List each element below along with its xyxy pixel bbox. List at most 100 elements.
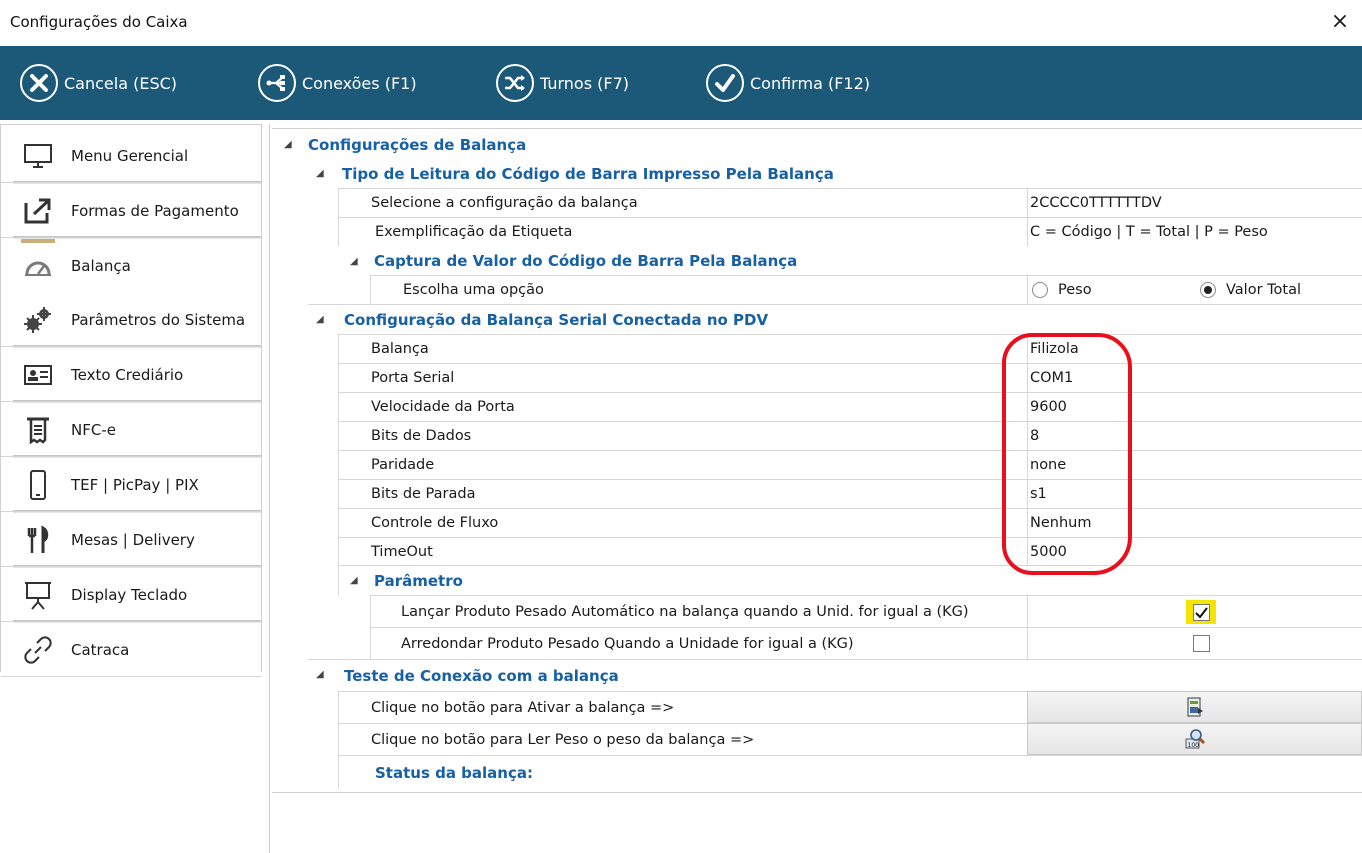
category-teste-conexao[interactable]: Teste de Conexão com a balança — [344, 661, 619, 690]
window-title: Configurações do Caixa — [10, 13, 188, 31]
prop-escolha-opcao: Escolha uma opção — [370, 275, 1027, 304]
close-icon[interactable]: × — [1326, 8, 1354, 36]
collapse-arrow-icon[interactable]: ◢ — [350, 256, 358, 267]
serial-label: TimeOut — [371, 544, 433, 560]
serial-value: 9600 — [1030, 399, 1067, 415]
check-icon — [706, 64, 744, 102]
connections-label: Conexões (F1) — [302, 73, 417, 93]
panel-divider — [269, 124, 270, 853]
radio-peso[interactable]: Peso — [1032, 282, 1092, 298]
sidebar-item-nfce[interactable]: NFC-e — [1, 403, 261, 458]
serial-value-field[interactable]: none — [1027, 450, 1362, 479]
scale-activate-icon — [1186, 697, 1203, 717]
serial-value: 8 — [1030, 428, 1040, 444]
serial-value-field[interactable]: Filizola — [1027, 334, 1362, 363]
sidebar-item-menu-gerencial[interactable]: Menu Gerencial — [1, 129, 261, 184]
prop-serial-2: Velocidade da Porta — [338, 392, 1027, 421]
prop-serial-1: Porta Serial — [338, 363, 1027, 392]
cancel-icon — [20, 64, 58, 102]
example-value: C = Código | T = Total | P = Peso — [1027, 217, 1362, 246]
title-bar: Configurações do Caixa × — [0, 0, 1362, 46]
prop-serial-4: Paridade — [338, 450, 1027, 479]
serial-value-field[interactable]: COM1 — [1027, 363, 1362, 392]
serial-label: Velocidade da Porta — [371, 399, 515, 415]
sidebar-item-label: Balança — [71, 257, 131, 275]
connections-button[interactable]: Conexões (F1) — [258, 62, 417, 104]
prop-serial-6: Controle de Fluxo — [338, 508, 1027, 537]
connections-icon — [258, 64, 296, 102]
serial-value-field[interactable]: 5000 — [1027, 537, 1362, 566]
collapse-arrow-icon[interactable]: ◢ — [284, 139, 292, 150]
receipt-icon — [23, 415, 53, 445]
cutlery-icon — [23, 524, 53, 555]
monitor-icon — [23, 141, 53, 171]
serial-value-field[interactable]: 9600 — [1027, 392, 1362, 421]
category-tipo-leitura[interactable]: Tipo de Leitura do Código de Barra Impre… — [342, 159, 834, 188]
sidebar-item-formas-pagamento[interactable]: Formas de Pagamento — [1, 184, 261, 239]
smartphone-icon — [23, 469, 53, 500]
serial-label: Porta Serial — [371, 370, 455, 386]
sidebar-item-tef[interactable]: TEF | PicPay | PIX — [1, 458, 261, 513]
link-icon — [23, 635, 53, 665]
serial-value: 5000 — [1030, 544, 1067, 560]
svg-text:100: 100 — [1187, 742, 1199, 749]
prop-exemplificacao: Exemplificação da Etiqueta — [338, 217, 1027, 246]
sidebar-item-parametros[interactable]: Parâmetros do Sistema — [1, 293, 261, 348]
prop-serial-5: Bits de Parada — [338, 479, 1027, 508]
toolbar: Cancela (ESC) Conexões (F1) Turnos (F7) … — [0, 46, 1362, 120]
prop-arredondar: Arredondar Produto Pesado Quando a Unida… — [370, 627, 1027, 659]
serial-label: Bits de Dados — [371, 428, 472, 444]
checkbox-lancar-automatico[interactable] — [1186, 600, 1216, 624]
cancel-button[interactable]: Cancela (ESC) — [20, 62, 177, 104]
serial-value-field[interactable]: Nenhum — [1027, 508, 1362, 537]
serial-value: s1 — [1030, 486, 1047, 502]
serial-label: Paridade — [371, 457, 435, 473]
serial-value: Filizola — [1030, 341, 1079, 357]
capture-option-value: Peso Valor Total — [1027, 275, 1362, 304]
sidebar-item-label: Formas de Pagamento — [71, 201, 239, 220]
checkbox-checked-icon — [1192, 603, 1210, 621]
sidebar-item-label: Display Teclado — [71, 585, 188, 604]
activate-scale-button[interactable] — [1027, 691, 1362, 723]
serial-value: Nenhum — [1030, 515, 1092, 531]
select-config-value[interactable]: 2CCCC0TTTTTTDV — [1027, 188, 1362, 217]
read-weight-button[interactable]: 100 — [1027, 723, 1362, 755]
prop-selecione-config: Selecione a configuração da balança — [338, 188, 1027, 217]
checkbox-arredondar[interactable] — [1193, 635, 1210, 652]
shifts-label: Turnos (F7) — [540, 73, 629, 93]
confirm-button[interactable]: Confirma (F12) — [706, 62, 870, 104]
sidebar-item-label: Parâmetros do Sistema — [71, 310, 246, 329]
sidebar-item-texto-crediario[interactable]: Texto Crediário — [1, 348, 261, 403]
prop-status-balanca: Status da balança: — [338, 755, 1362, 789]
round-value — [1027, 627, 1362, 659]
category-parametro[interactable]: Parâmetro — [374, 566, 463, 595]
cancel-label: Cancela (ESC) — [64, 73, 178, 93]
auto-launch-value — [1027, 595, 1362, 627]
category-captura-valor[interactable]: Captura de Valor do Código de Barra Pela… — [374, 246, 797, 275]
prop-serial-3: Bits de Dados — [338, 421, 1027, 450]
radio-valor-total-icon — [1200, 282, 1216, 298]
category-serial-balanca[interactable]: Configuração da Balança Serial Conectada… — [344, 305, 768, 334]
serial-label: Balança — [371, 341, 429, 357]
prop-ler-peso: Clique no botão para Ler Peso o peso da … — [338, 723, 1027, 755]
collapse-arrow-icon[interactable]: ◢ — [316, 168, 324, 179]
serial-value-field[interactable]: s1 — [1027, 479, 1362, 508]
sidebar-item-label: Mesas | Delivery — [71, 530, 195, 549]
sidebar-item-catraca[interactable]: Catraca — [1, 623, 261, 677]
radio-valor-total[interactable]: Valor Total — [1200, 282, 1301, 298]
serial-value: none — [1030, 457, 1067, 473]
property-grid: ◢ Configurações de Balança ◢ Tipo de Lei… — [272, 128, 1362, 793]
scale-read-icon: 100 — [1185, 729, 1205, 749]
serial-value-field[interactable]: 8 — [1027, 421, 1362, 450]
category-configuracoes-balanca[interactable]: Configurações de Balança — [308, 130, 526, 159]
sidebar-item-balanca[interactable]: Balança — [1, 239, 261, 293]
sidebar-item-display-teclado[interactable]: Display Teclado — [1, 568, 261, 623]
gauge-icon — [23, 251, 53, 281]
sidebar-item-label: Catraca — [71, 640, 130, 659]
shifts-button[interactable]: Turnos (F7) — [496, 62, 629, 104]
export-icon — [23, 196, 53, 226]
sidebar-item-mesas[interactable]: Mesas | Delivery — [1, 513, 261, 568]
confirm-label: Confirma (F12) — [750, 73, 870, 93]
serial-label: Controle de Fluxo — [371, 515, 499, 531]
presentation-icon — [23, 580, 53, 610]
